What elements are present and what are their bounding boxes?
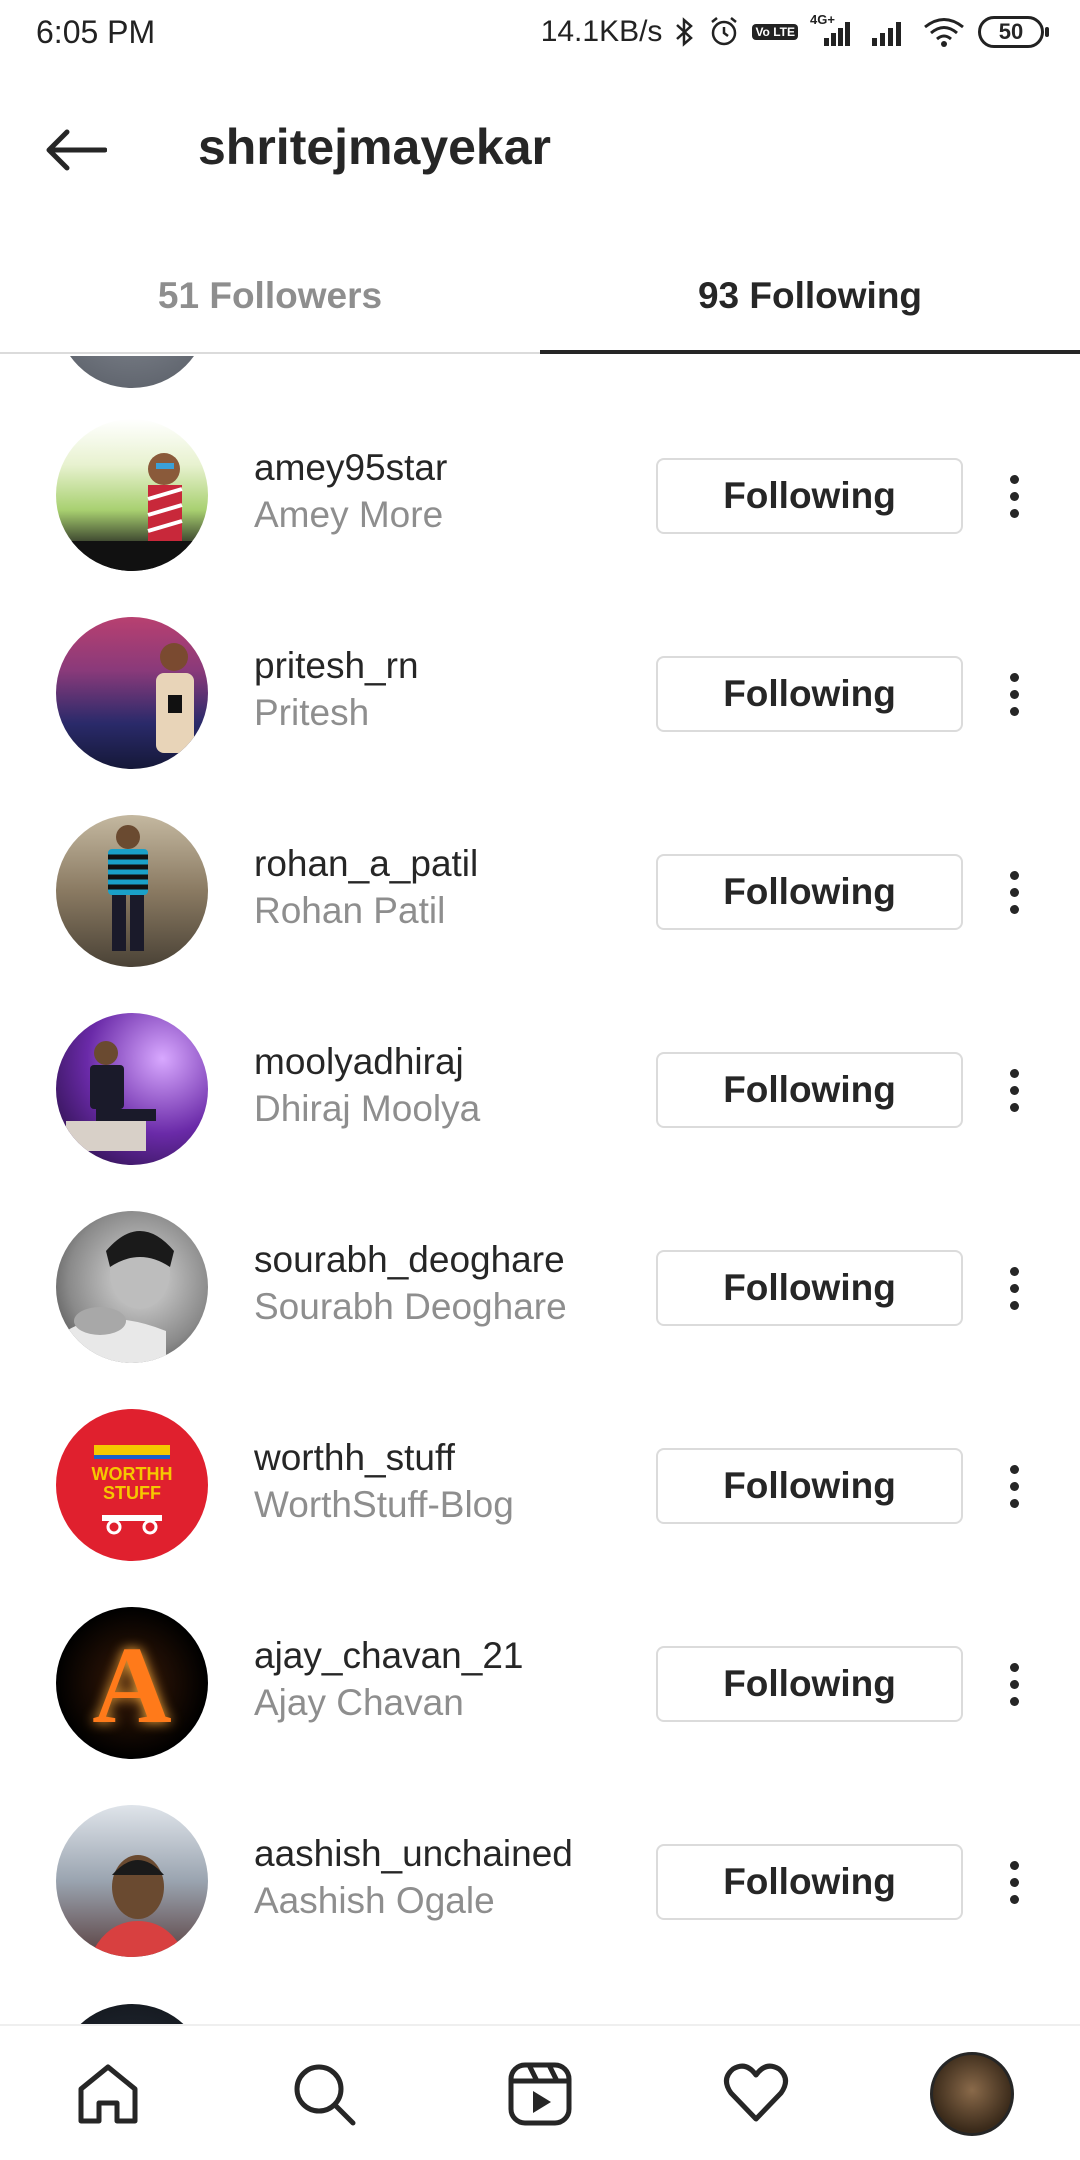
full-name: Amey More [254,494,444,535]
home-icon [78,2064,138,2124]
more-options-icon[interactable] [994,1060,1034,1120]
nav-home[interactable] [66,2052,150,2136]
username: worthh_stuff [254,1437,455,1478]
reels-icon [508,2062,572,2126]
avatar[interactable] [56,419,208,571]
username: amey95star [254,447,448,488]
nav-activity[interactable] [714,2052,798,2136]
volte-icon: Vo LTE [752,24,798,40]
header: shritejmayekar [0,100,1080,200]
tab-following[interactable]: 93 Following [540,240,1080,354]
signal-icon: 4G+ [810,12,856,48]
user-text[interactable]: amey95star Amey More [254,446,447,540]
following-button[interactable]: Following [656,1052,963,1128]
list-item: moolyadhiraj Dhiraj Moolya Following [0,950,1080,1165]
full-name: Sourabh Deoghare [254,1286,567,1327]
signal-icon-2 [868,16,910,48]
avatar[interactable] [56,2004,208,2024]
search-icon [294,2064,356,2126]
avatar[interactable] [56,617,208,769]
avatar[interactable] [56,1013,208,1165]
user-text[interactable]: ajay_chavan_21 Ajay Chavan [254,1634,524,1728]
username: rohan_a_patil [254,843,479,884]
status-icons: 14.1KB/s Vo LTE 4G+ 50 [540,12,1049,52]
list-item: amey95star Amey More Following [0,356,1080,571]
following-button[interactable]: Following [656,1844,963,1920]
list-item: aashish_unchained Aashish Ogale Followin… [0,1742,1080,1957]
more-options-icon[interactable] [994,1258,1034,1318]
avatar-logo-text: A [92,1624,172,1746]
following-button[interactable]: Following [656,1448,963,1524]
username: sourabh_deoghare [254,1239,565,1280]
user-text[interactable]: sourabh_deoghare Sourabh Deoghare [254,1238,567,1332]
alarm-icon [708,16,740,48]
more-options-icon[interactable] [994,664,1034,724]
back-button[interactable] [40,120,110,180]
user-text[interactable]: rohan_a_patil Rohan Patil [254,842,478,936]
battery-icon: 50 [978,16,1049,48]
wifi-icon [922,16,966,48]
profile-avatar [930,2052,1014,2136]
nav-reels[interactable] [498,2052,582,2136]
username: moolyadhiraj [254,1041,464,1082]
page-title: shritejmayekar [198,119,552,175]
tab-bar: 51 Followers 93 Following [0,240,1080,354]
status-time: 6:05 PM [36,14,156,50]
bottom-nav [0,2024,1080,2160]
more-options-icon[interactable] [994,466,1034,526]
username: aashish_unchained [254,1833,573,1874]
network-speed: 14.1KB/s [540,15,663,48]
full-name: WorthStuff-Blog [254,1484,514,1525]
full-name: Ajay Chavan [254,1682,464,1723]
list-item: A ajay_chavan_21 Ajay Chavan Following [0,1544,1080,1759]
arrow-left-icon [46,129,107,171]
following-list[interactable]: amey95star Amey More Following pritesh_r… [0,356,1080,2024]
avatar[interactable]: A [56,1607,208,1759]
full-name: Dhiraj Moolya [254,1088,481,1129]
more-options-icon[interactable] [994,862,1034,922]
full-name: Rohan Patil [254,890,446,931]
avatar[interactable] [56,1211,208,1363]
network-type-label: 4G+ [810,12,835,27]
following-button[interactable]: Following [656,1250,963,1326]
following-button[interactable]: Following [656,656,963,732]
avatar-logo-text: WORTHH STUFF [91,1464,173,1503]
following-button[interactable]: Following [656,854,963,930]
bluetooth-icon [674,16,696,48]
user-text[interactable]: moolyadhiraj Dhiraj Moolya [254,1040,480,1134]
list-item: rohan_a_patil Rohan Patil Following [0,752,1080,967]
list-item: pritesh_rn Pritesh Following [0,554,1080,769]
heart-icon [724,2063,788,2122]
avatar[interactable]: WORTHH STUFF [56,1409,208,1561]
avatar[interactable] [56,1805,208,1957]
full-name: Aashish Ogale [254,1880,495,1921]
following-button[interactable]: Following [656,1646,963,1722]
more-options-icon[interactable] [994,1456,1034,1516]
nav-profile[interactable] [930,2052,1014,2136]
user-text[interactable]: worthh_stuff WorthStuff-Blog [254,1436,514,1530]
full-name: Pritesh [254,692,370,733]
username: pritesh_rn [254,645,419,686]
tab-followers[interactable]: 51 Followers [0,240,540,352]
following-button[interactable]: Following [656,458,963,534]
nav-search[interactable] [282,2052,366,2136]
list-item: sourabh_deoghare Sourabh Deoghare Follow… [0,1148,1080,1363]
more-options-icon[interactable] [994,1654,1034,1714]
avatar[interactable] [56,815,208,967]
status-bar: 6:05 PM 14.1KB/s Vo LTE 4G+ 50 [0,0,1080,70]
user-text[interactable]: pritesh_rn Pritesh [254,644,419,738]
list-item: WORTHH STUFF worthh_stuff WorthStuff-Blo… [0,1346,1080,1561]
username: ajay_chavan_21 [254,1635,524,1676]
user-text[interactable]: aashish_unchained Aashish Ogale [254,1832,573,1926]
more-options-icon[interactable] [994,1852,1034,1912]
